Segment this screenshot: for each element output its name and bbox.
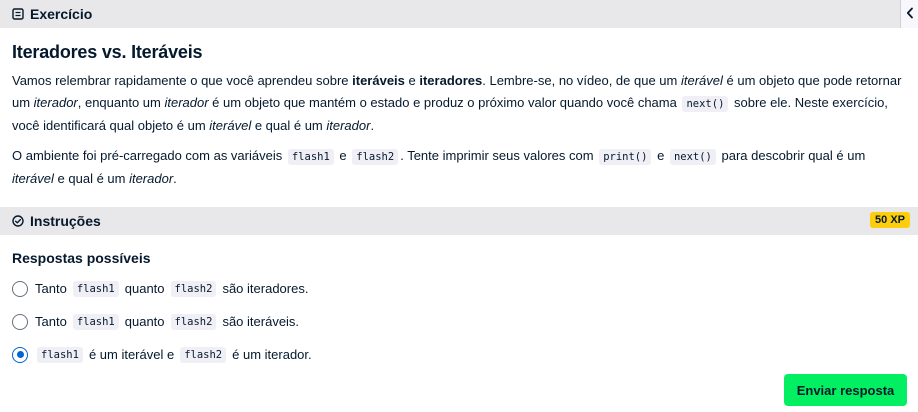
inline-code: next() xyxy=(682,96,729,112)
radio-button[interactable] xyxy=(12,313,28,330)
answers-section: Respostas possíveis Tanto flash1 quanto … xyxy=(12,250,892,371)
instructions-header: Instruções 50 XP xyxy=(0,207,918,235)
italic-text: iterável xyxy=(680,73,723,88)
text: e qual é um xyxy=(53,171,130,186)
inline-code: flash2 xyxy=(352,149,399,165)
inline-code: flash1 xyxy=(287,149,334,165)
inline-code: next() xyxy=(669,149,716,165)
text: quanto xyxy=(124,281,165,296)
text: O ambiente foi pré-carregado com as vari… xyxy=(12,148,286,163)
text: são iteráveis. xyxy=(222,314,300,329)
text: Tanto xyxy=(35,281,67,296)
radio-button[interactable] xyxy=(12,280,28,297)
inline-code: flash1 xyxy=(72,280,119,297)
inline-code: flash2 xyxy=(180,346,227,363)
text: são iteradores. xyxy=(222,281,309,296)
collapse-button[interactable] xyxy=(900,0,918,28)
radio-button-selected[interactable] xyxy=(12,346,28,363)
bold-text: iteráveis xyxy=(352,73,405,88)
inline-code: flash1 xyxy=(72,313,119,330)
exercise-header-title: Exercício xyxy=(30,6,93,22)
italic-text: iterador xyxy=(326,118,371,133)
text: e xyxy=(404,73,420,88)
italic-text: iterador xyxy=(129,171,174,186)
text: . Tente imprimir seus valores com xyxy=(400,148,598,163)
text: . xyxy=(173,171,177,186)
inline-code: flash2 xyxy=(170,280,217,297)
submit-answer-button[interactable]: Enviar resposta xyxy=(784,374,907,406)
inline-code: flash1 xyxy=(37,346,83,363)
inline-code: flash2 xyxy=(170,313,217,330)
answer-option-2[interactable]: Tanto flash1 quanto flash2 são iteráveis… xyxy=(12,305,892,338)
italic-text: iterável xyxy=(209,118,252,133)
answers-heading: Respostas possíveis xyxy=(12,250,151,266)
exercise-body: Iteradores vs. Iteráveis Vamos relembrar… xyxy=(12,42,908,198)
exercise-paragraph-2: O ambiente foi pré-carregado com as vari… xyxy=(12,145,908,190)
italic-text: iterável xyxy=(12,171,54,186)
italic-text: iterador xyxy=(33,95,78,110)
inline-code: print() xyxy=(599,149,652,165)
check-circle-icon xyxy=(12,215,24,227)
text: é um iterador. xyxy=(232,347,312,362)
chevron-left-icon xyxy=(906,7,914,22)
xp-badge: 50 XP xyxy=(870,212,910,228)
text: Vamos relembrar rapidamente o que você a… xyxy=(12,73,353,88)
italic-text: iterador xyxy=(164,95,209,110)
text: e qual é um xyxy=(251,118,327,133)
text: . Lembre-se, no vídeo, de que um xyxy=(482,73,681,88)
answer-option-label: flash1 é um iterável e flash2 é um itera… xyxy=(35,346,312,363)
exercise-title: Iteradores vs. Iteráveis xyxy=(12,42,203,62)
text: é um objeto que mantém o estado e produz… xyxy=(208,95,681,110)
answer-option-3[interactable]: flash1 é um iterável e flash2 é um itera… xyxy=(12,338,892,371)
exercise-header: Exercício xyxy=(0,0,918,28)
answer-option-label: Tanto flash1 quanto flash2 são iteradore… xyxy=(35,280,309,297)
text: para descobrir qual é um xyxy=(717,148,866,163)
text: é um iterável e xyxy=(88,347,175,362)
text: quanto xyxy=(124,314,165,329)
text: . xyxy=(370,118,375,133)
document-icon xyxy=(12,8,24,20)
bold-text: iteradores xyxy=(419,73,483,88)
answer-option-label: Tanto flash1 quanto flash2 são iteráveis… xyxy=(35,313,300,330)
text: e xyxy=(653,148,668,163)
text: e xyxy=(335,148,351,163)
text: , enquanto um xyxy=(77,95,165,110)
answer-option-1[interactable]: Tanto flash1 quanto flash2 são iteradore… xyxy=(12,272,892,305)
exercise-paragraph-1: Vamos relembrar rapidamente o que você a… xyxy=(12,70,908,137)
instructions-title: Instruções xyxy=(30,213,101,229)
text: Tanto xyxy=(35,314,67,329)
